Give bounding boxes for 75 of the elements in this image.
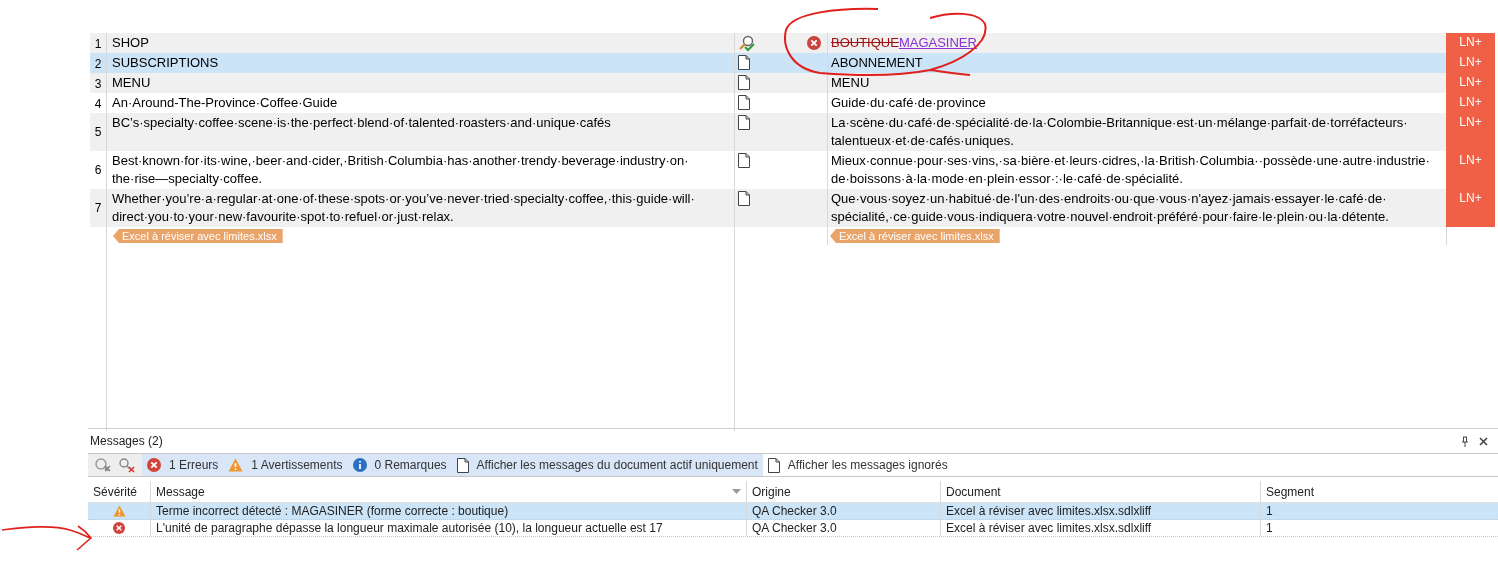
source-text: Best·known·for·its·wine,·beer·and·cider,·British·Columbia·has·another·trendy·beverage·industry·on· the·rise—specialty·coffee. (112, 153, 689, 186)
error-icon (147, 458, 161, 472)
filter-button[interactable]: 1 Avertissements (223, 454, 348, 476)
error-icon (113, 522, 125, 534)
document-icon (738, 191, 750, 206)
document-icon (738, 115, 750, 130)
segment-number: 2 (94, 56, 102, 73)
document-icon (738, 153, 750, 168)
source-text: MENU (112, 75, 151, 90)
segment-row[interactable]: 2 SUBSCRIPTIONS ABONNEMENT LN+ (90, 53, 1495, 73)
segment-row[interactable]: 1 SHOP BOUTIQUEMAGASINER LN+ (90, 33, 1495, 53)
target-text: MENU (831, 75, 870, 90)
file-tag: Excel à réviser avec limites.xlsx (113, 229, 283, 243)
target-text: La·scène·du·café·de·spécialité·de·la·Colombie-Britannique·est·un·mélange·parfait·de·torréfacteurs· talentueux·et·de·cafés·uniques. (831, 115, 1408, 148)
status-label: LN+ (1446, 73, 1495, 93)
column-header[interactable]: Document (940, 481, 1260, 502)
status-label: LN+ (1446, 189, 1495, 227)
segment-row[interactable] (90, 189, 1495, 227)
status-label: LN+ (1446, 151, 1495, 189)
warning-icon (228, 458, 244, 472)
source-text: Whether·you’re·a·regular·at·one·of·these·spots·or·you’ve·never·tried·specialty·coffee,·this·guide·will· direct·you·to·your·new·favourite·spot·to·refuel·or·just·relax. (112, 191, 695, 224)
column-header[interactable]: Segment (1260, 481, 1496, 502)
panel-title: Messages (2) (90, 433, 163, 450)
file-tag: Excel à réviser avec limites.xlsx (830, 229, 1000, 243)
clear-search-icon[interactable] (94, 457, 112, 473)
warning-icon (112, 505, 126, 517)
document-icon (456, 457, 469, 473)
message-row[interactable]: L'unité de paragraphe dépasse la longueur maximale autorisée (10), la longueur actuelle est 17 QA Checker 3.0 Excel à réviser avec limites.xlsx.sdlxliff 1 (88, 520, 1498, 537)
target-text: Guide·du·café·de·province (831, 95, 986, 110)
document-icon (738, 55, 750, 70)
table-cell-text: L'unité de paragraphe dépasse la longueur maximale autorisée (10), la longueur actuelle est 17 (156, 520, 663, 537)
status-label: LN+ (1446, 53, 1495, 73)
status-label: LN+ (1446, 113, 1495, 151)
error-icon (806, 36, 821, 50)
column-header[interactable]: Origine (746, 481, 940, 502)
message-row[interactable]: Terme incorrect détecté : MAGASINER (forme correcte : boutique) QA Checker 3.0 Excel à réviser avec limites.xlsx.sdlxliff 1 (88, 503, 1498, 520)
target-text: Mieux·connue·pour·ses·vins,·sa·bière·et·leurs·cidres,·la·British·Columbia··possède·une·autre·industrie· de·boissons·à·la·mode·en·plein·essor·:·le·café·de·spécialité. (831, 153, 1430, 186)
table-cell-text: 1 (1266, 520, 1273, 537)
segment-number: 6 (94, 162, 102, 179)
segment-row[interactable] (90, 113, 1495, 151)
close-icon[interactable] (1479, 436, 1488, 446)
document-icon (767, 457, 780, 473)
status-label: LN+ (1446, 33, 1495, 53)
info-icon (352, 458, 367, 472)
source-text: SUBSCRIPTIONS (112, 55, 219, 70)
column-header[interactable]: Message (150, 481, 746, 502)
table-cell-text: QA Checker 3.0 (752, 503, 837, 520)
dropdown-caret-icon[interactable] (732, 489, 741, 494)
target-text: ABONNEMENT (831, 55, 923, 70)
source-text: An·Around-The-Province·Coffee·Guide (112, 95, 338, 110)
source-text: SHOP (112, 35, 149, 50)
table-cell-text: Excel à réviser avec limites.xlsx.sdlxliff (946, 503, 1152, 520)
segment-number: 4 (94, 96, 102, 113)
target-text: Que·vous·soyez·un·habitué·de·l'un·des·endroits·ou·que·vous·n'ayez·jamais·essayer·le·café·de· spécialité,·ce·guide·vous·indiquera·votre·nouvel·endroit·préféré·pour·faire·le·plein·ou·la·détente. (831, 191, 1389, 224)
status-label: LN+ (1446, 93, 1495, 113)
document-icon (738, 95, 750, 110)
segment-number: 5 (94, 124, 102, 141)
filter-button[interactable]: 1 Erreurs (142, 454, 224, 476)
magnifier-check-icon (738, 35, 756, 53)
source-text: BC’s·specialty·coffee·scene·is·the·perfect·blend·of·talented·roasters·and·unique·cafés (112, 115, 611, 130)
document-icon (738, 75, 750, 90)
segment-number: 3 (94, 76, 102, 93)
segment-number: 7 (94, 200, 102, 217)
table-cell-text: 1 (1266, 503, 1273, 520)
column-header[interactable]: Sévérité (88, 481, 150, 502)
pin-icon[interactable] (1461, 435, 1469, 447)
table-cell-text: Excel à réviser avec limites.xlsx.sdlxliff (946, 520, 1152, 537)
filter-button[interactable]: 0 Remarques (347, 454, 452, 476)
segment-number: 1 (94, 36, 102, 53)
target-text: BOUTIQUEMAGASINER (831, 35, 977, 50)
table-cell-text: Terme incorrect détecté : MAGASINER (forme correcte : boutique) (156, 503, 509, 520)
segment-row[interactable]: 3 MENU MENU LN+ (90, 73, 1495, 93)
filter-button[interactable]: Afficher les messages du document actif uniquement (451, 454, 763, 476)
search-delete-icon[interactable] (118, 457, 136, 473)
table-cell-text: QA Checker 3.0 (752, 520, 837, 537)
